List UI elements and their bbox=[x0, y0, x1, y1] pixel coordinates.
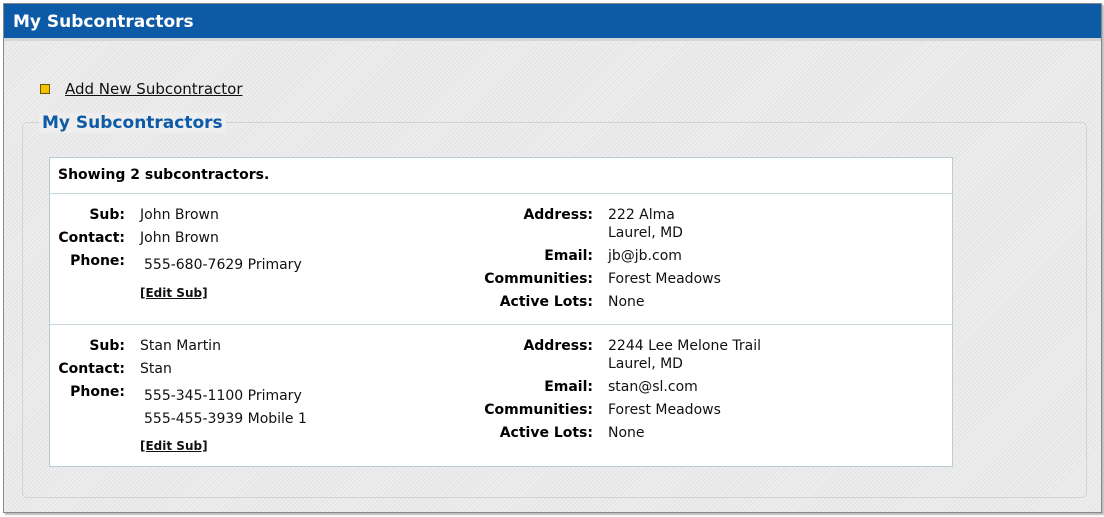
sub-name: John Brown bbox=[140, 207, 219, 223]
contact-name: John Brown bbox=[140, 230, 219, 246]
sub-name: Stan Martin bbox=[140, 338, 221, 354]
window-title: My Subcontractors bbox=[4, 4, 1101, 41]
address-label: Address: bbox=[523, 338, 593, 354]
contact-name: Stan bbox=[140, 361, 172, 377]
sub-label: Sub: bbox=[89, 207, 125, 223]
email-value: stan@sl.com bbox=[608, 379, 698, 395]
sub-record: Sub: John Brown Contact: John Brown Phon… bbox=[50, 194, 952, 325]
contact-label: Contact: bbox=[58, 361, 125, 377]
address-line2: Laurel, MD bbox=[608, 356, 683, 372]
add-subcontractor-row: Add New Subcontractor bbox=[40, 80, 243, 98]
edit-sub-link[interactable]: [Edit Sub] bbox=[140, 286, 208, 300]
email-value: jb@jb.com bbox=[608, 248, 682, 264]
communities-value: Forest Meadows bbox=[608, 402, 721, 418]
contact-label: Contact: bbox=[58, 230, 125, 246]
active-lots-label: Active Lots: bbox=[499, 294, 593, 310]
email-label: Email: bbox=[544, 248, 593, 264]
add-subcontractor-link[interactable]: Add New Subcontractor bbox=[65, 80, 243, 98]
active-lots-label: Active Lots: bbox=[499, 425, 593, 441]
active-lots-value: None bbox=[608, 294, 645, 310]
communities-label: Communities: bbox=[484, 402, 593, 418]
address-line2: Laurel, MD bbox=[608, 225, 683, 241]
phone-label: Phone: bbox=[70, 253, 125, 269]
bullet-icon bbox=[40, 84, 50, 94]
active-lots-value: None bbox=[608, 425, 645, 441]
address-label: Address: bbox=[523, 207, 593, 223]
sub-record: Sub: Stan Martin Contact: Stan Phone: 55… bbox=[50, 325, 952, 455]
sub-label: Sub: bbox=[89, 338, 125, 354]
address-line1: 2244 Lee Melone Trail bbox=[608, 338, 762, 354]
communities-value: Forest Meadows bbox=[608, 271, 721, 287]
phone-label: Phone: bbox=[70, 384, 125, 400]
subcontractors-panel: Showing 2 subcontractors. Sub: John Brow… bbox=[49, 157, 953, 467]
email-label: Email: bbox=[544, 379, 593, 395]
phone-value: 555-680-7629 Primary bbox=[144, 257, 302, 273]
address-line1: 222 Alma bbox=[608, 207, 675, 223]
communities-label: Communities: bbox=[484, 271, 593, 287]
phone-value: 555-345-1100 Primary bbox=[144, 388, 302, 404]
section-legend: My Subcontractors bbox=[39, 113, 226, 133]
summary-text: Showing 2 subcontractors. bbox=[50, 158, 952, 194]
edit-sub-link[interactable]: [Edit Sub] bbox=[140, 439, 208, 453]
phone-value: 555-455-3939 Mobile 1 bbox=[144, 411, 307, 427]
